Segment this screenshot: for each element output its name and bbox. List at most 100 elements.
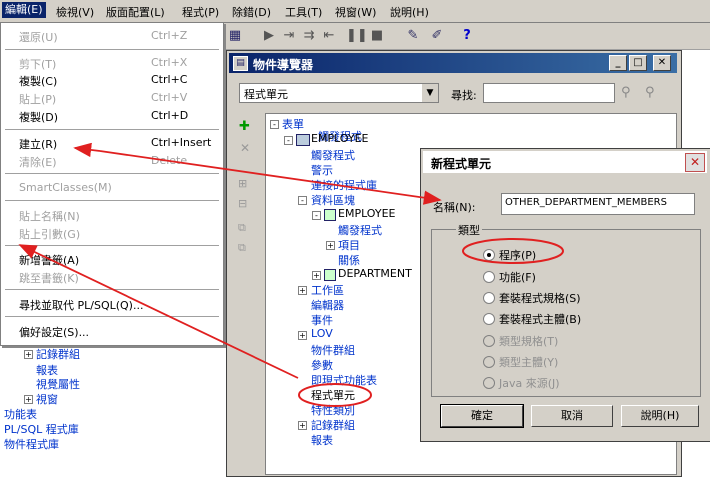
tree-node-canvases[interactable]: 工作區 xyxy=(311,282,344,298)
menu-item-create[interactable]: 建立(R) xyxy=(19,136,57,152)
tree-node-reports[interactable]: 報表 xyxy=(311,432,333,448)
collapse-icon[interactable]: - xyxy=(284,136,293,145)
tree-node-program-units[interactable]: 程式單元 xyxy=(311,387,355,403)
tree-node-visual-attributes[interactable]: 視覺屬性 xyxy=(36,376,80,392)
expand-all-icon[interactable]: ⊞ xyxy=(238,177,247,190)
tree-node-triggers[interactable]: 觸發程式 xyxy=(311,147,355,163)
menu-item-clear[interactable]: 清除(E) xyxy=(19,154,57,170)
object-type-combo[interactable]: 程式單元 ▼ xyxy=(239,83,439,103)
expand-icon[interactable]: + xyxy=(312,271,321,280)
expand-icon[interactable]: + xyxy=(298,286,307,295)
menu-item-smartclasses[interactable]: SmartClasses(M) xyxy=(19,181,112,194)
help-icon[interactable]: ? xyxy=(458,27,476,45)
stop-icon[interactable]: ■ xyxy=(368,27,386,45)
menu-help[interactable]: 說明(H) xyxy=(390,4,429,20)
tree-node-forms[interactable]: 表單 xyxy=(282,116,304,132)
expand-icon[interactable]: + xyxy=(24,350,33,359)
menu-program[interactable]: 程式(P) xyxy=(182,4,219,20)
radio-label-java-source[interactable]: Java 來源(J) xyxy=(499,375,560,391)
delete-icon[interactable]: ✕ xyxy=(240,141,250,155)
tree-node-department-block[interactable]: DEPARTMENT xyxy=(338,267,412,280)
close-icon[interactable]: ✕ xyxy=(653,55,671,71)
tree-node-record-groups[interactable]: 記錄群組 xyxy=(311,417,355,433)
run-form-icon[interactable]: ▦ xyxy=(226,27,244,45)
search-forward-icon[interactable]: ⚲ xyxy=(621,85,631,100)
tree-node-object-groups[interactable]: 物件群組 xyxy=(311,342,355,358)
menu-item-preferences[interactable]: 偏好設定(S)... xyxy=(19,324,89,340)
radio-label-function[interactable]: 功能(F) xyxy=(499,269,536,285)
menu-layout[interactable]: 版面配置(L) xyxy=(106,4,165,20)
create-icon[interactable]: ✚ xyxy=(239,119,250,134)
tree-node-employee-form[interactable]: EMPLOYEE xyxy=(311,132,369,145)
menu-item-duplicate[interactable]: 複製(D) xyxy=(19,109,58,125)
expand-level-icon[interactable]: ⧉ xyxy=(238,221,246,235)
tree-node-relations[interactable]: 關係 xyxy=(338,252,360,268)
tree-node-plsql-libraries[interactable]: PL/SQL 程式庫 xyxy=(4,421,79,437)
search-backward-icon[interactable]: ⚲ xyxy=(645,85,655,100)
radio-procedure[interactable] xyxy=(483,249,495,261)
tree-node-data-blocks[interactable]: 資料區塊 xyxy=(311,192,355,208)
menu-item-undo[interactable]: 還原(U) xyxy=(19,29,58,45)
menu-item-find-replace-plsql[interactable]: 尋找並取代 PL/SQL(Q)... xyxy=(19,297,143,313)
menu-item-paste[interactable]: 貼上(P) xyxy=(19,91,56,107)
tree-node-attached-libraries[interactable]: 連接的程式庫 xyxy=(311,177,377,193)
tree-node-lov[interactable]: LOV xyxy=(311,327,333,340)
expand-icon[interactable]: + xyxy=(298,421,307,430)
step-over-icon[interactable]: ⇉ xyxy=(300,27,318,45)
tree-node-property-classes[interactable]: 特性類別 xyxy=(311,402,355,418)
radio-label-type-body[interactable]: 類型主體(Y) xyxy=(499,354,558,370)
collapse-icon[interactable]: - xyxy=(270,120,279,129)
radio-type-spec[interactable] xyxy=(483,335,495,347)
tree-node-record-groups[interactable]: 記錄群組 xyxy=(36,346,80,362)
radio-java-source[interactable] xyxy=(483,377,495,389)
collapse-level-icon[interactable]: ⧉ xyxy=(238,241,246,255)
chevron-down-icon[interactable]: ▼ xyxy=(422,84,438,102)
collapse-icon[interactable]: - xyxy=(298,196,307,205)
radio-type-body[interactable] xyxy=(483,356,495,368)
expand-icon[interactable]: + xyxy=(298,331,307,340)
expand-icon[interactable]: + xyxy=(326,241,335,250)
pause-icon[interactable]: ❚❚ xyxy=(346,27,368,45)
tree-node-editors[interactable]: 編輯器 xyxy=(311,297,344,313)
step-out-icon[interactable]: ⇤ xyxy=(320,27,338,45)
tree-node-events[interactable]: 事件 xyxy=(311,312,333,328)
menu-item-add-bookmark[interactable]: 新增書籤(A) xyxy=(19,252,79,268)
step-into-icon[interactable]: ⇥ xyxy=(280,27,298,45)
menu-item-copy[interactable]: 複製(C) xyxy=(19,73,57,89)
tree-node-popup-menus[interactable]: 即現式功能表 xyxy=(311,372,377,388)
close-icon[interactable]: ✕ xyxy=(685,153,705,172)
collapse-all-icon[interactable]: ⊟ xyxy=(238,197,247,210)
cancel-button[interactable]: 取消 xyxy=(531,405,613,427)
wizard-icon[interactable]: ✎ xyxy=(404,27,422,45)
name-field[interactable]: OTHER_DEPARTMENT_MEMBERS xyxy=(501,193,695,215)
layout-wizard-icon[interactable]: ✐ xyxy=(428,27,446,45)
menu-view[interactable]: 檢視(V) xyxy=(56,4,94,20)
menu-edit[interactable]: 編輯(E) xyxy=(2,2,46,18)
go-icon[interactable]: ▶ xyxy=(260,27,278,45)
menu-item-paste-name[interactable]: 貼上名稱(N) xyxy=(19,208,80,224)
menu-window[interactable]: 視窗(W) xyxy=(335,4,376,20)
maximize-icon[interactable]: □ xyxy=(629,55,647,71)
menu-debug[interactable]: 除錯(D) xyxy=(232,4,271,20)
radio-function[interactable] xyxy=(483,271,495,283)
tree-node-alerts[interactable]: 警示 xyxy=(311,162,333,178)
radio-package-spec[interactable] xyxy=(483,292,495,304)
tree-node-items[interactable]: 項目 xyxy=(338,237,360,253)
menu-item-cut[interactable]: 剪下(T) xyxy=(19,56,56,72)
expand-icon[interactable]: + xyxy=(24,395,33,404)
radio-label-type-spec[interactable]: 類型規格(T) xyxy=(499,333,558,349)
menu-item-goto-bookmark[interactable]: 跳至書籤(K) xyxy=(19,270,79,286)
tree-node-menus[interactable]: 功能表 xyxy=(4,406,37,422)
help-button[interactable]: 說明(H) xyxy=(621,405,699,427)
radio-package-body[interactable] xyxy=(483,313,495,325)
radio-label-package-spec[interactable]: 套裝程式規格(S) xyxy=(499,290,581,306)
collapse-icon[interactable]: - xyxy=(312,211,321,220)
tree-node-parameters[interactable]: 參數 xyxy=(311,357,333,373)
tree-node-object-libraries[interactable]: 物件程式庫 xyxy=(4,436,59,452)
tree-node-windows[interactable]: 視窗 xyxy=(36,391,58,407)
menu-item-paste-arguments[interactable]: 貼上引數(G) xyxy=(19,226,80,242)
minimize-icon[interactable]: _ xyxy=(609,55,627,71)
tree-node-employee-block[interactable]: EMPLOYEE xyxy=(338,207,396,220)
menu-tools[interactable]: 工具(T) xyxy=(285,4,322,20)
radio-label-package-body[interactable]: 套裝程式主體(B) xyxy=(499,311,581,327)
